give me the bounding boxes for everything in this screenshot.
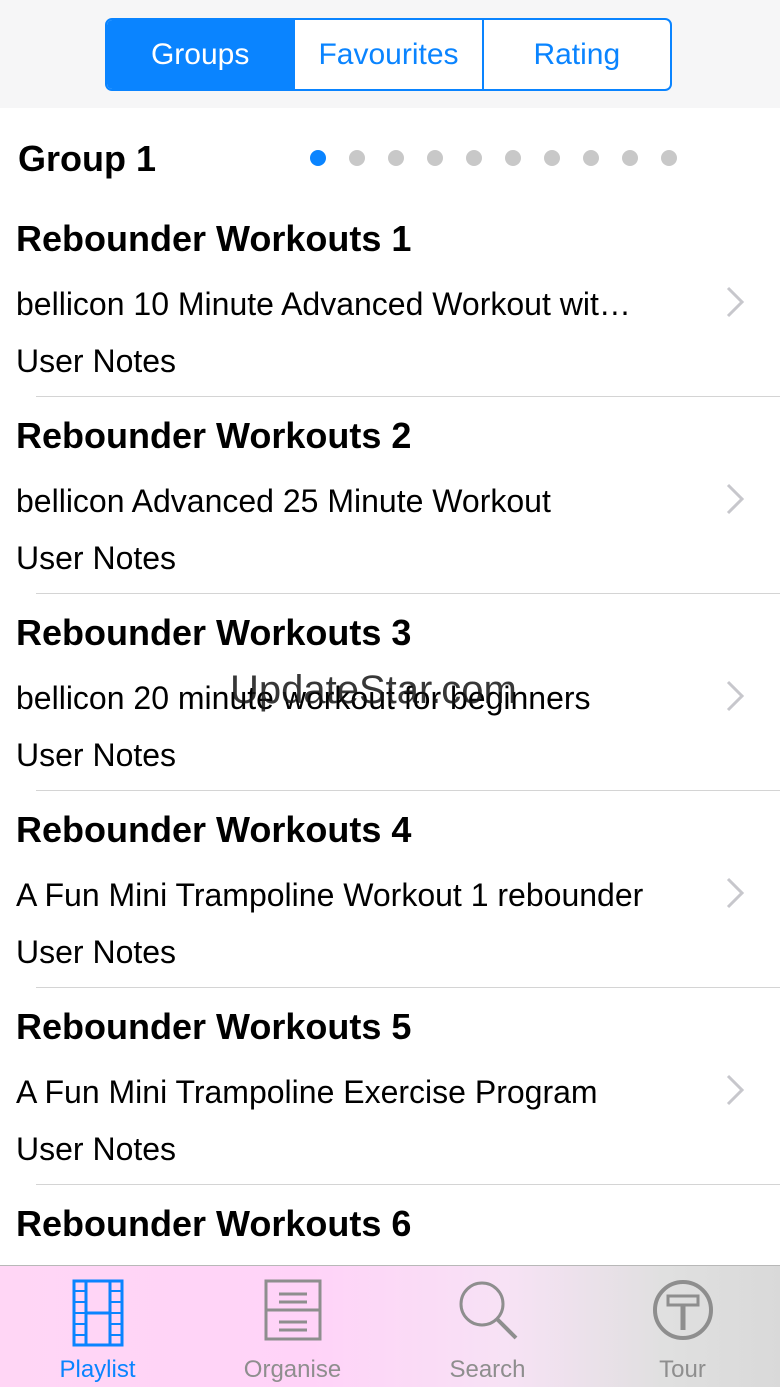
list-item[interactable]: Rebounder Workouts 2 bellicon Advanced 2… xyxy=(0,397,780,594)
chevron-right-icon xyxy=(726,1074,745,1106)
cabinet-icon xyxy=(264,1279,321,1341)
page-dot[interactable] xyxy=(661,150,677,166)
chevron-right-icon xyxy=(726,483,745,515)
item-subtitle: bellicon 20 minute workout for beginners xyxy=(16,680,591,716)
tab-organise[interactable]: Organise xyxy=(195,1266,390,1387)
item-subtitle: bellicon 10 Minute Advanced Workout with… xyxy=(16,286,646,322)
item-title: Rebounder Workouts 3 xyxy=(16,612,412,653)
list-item[interactable]: Rebounder Workouts 1 bellicon 10 Minute … xyxy=(0,200,780,397)
tab-label: Organise xyxy=(243,1356,342,1383)
segmented-control: Groups Favourites Rating xyxy=(105,18,672,91)
item-title: Rebounder Workouts 4 xyxy=(16,809,412,850)
item-title: Rebounder Workouts 5 xyxy=(16,1006,412,1047)
page-dot[interactable] xyxy=(388,150,404,166)
item-notes: User Notes xyxy=(16,737,177,773)
tab-label: Tour xyxy=(659,1356,706,1383)
chevron-right-icon xyxy=(726,286,745,318)
item-title: Rebounder Workouts 6 xyxy=(16,1203,412,1244)
tab-label: Playlist xyxy=(59,1356,136,1383)
tab-bar: Playlist Organise Search Tour xyxy=(0,1265,780,1387)
item-title: Rebounder Workouts 1 xyxy=(16,218,412,259)
top-bar: Groups Favourites Rating xyxy=(0,0,780,108)
list-item[interactable]: Rebounder Workouts 3 bellicon 20 minute … xyxy=(0,594,780,791)
tab-playlist[interactable]: Playlist xyxy=(0,1266,195,1387)
signpost-icon xyxy=(652,1280,713,1340)
workout-list: Rebounder Workouts 1 bellicon 10 Minute … xyxy=(0,200,780,1382)
magnifier-icon xyxy=(459,1281,517,1340)
list-item[interactable]: Rebounder Workouts 5 A Fun Mini Trampoli… xyxy=(0,988,780,1185)
page-dot[interactable] xyxy=(349,150,365,166)
tab-search[interactable]: Search xyxy=(390,1266,585,1387)
page-dot[interactable] xyxy=(505,150,521,166)
group-title: Group 1 xyxy=(18,138,157,179)
page-dot[interactable] xyxy=(583,150,599,166)
item-notes: User Notes xyxy=(16,1131,177,1167)
page-dot[interactable] xyxy=(310,150,326,166)
tab-label: Search xyxy=(449,1356,526,1383)
page-dot[interactable] xyxy=(544,150,560,166)
item-notes: User Notes xyxy=(16,540,177,576)
list-item[interactable]: Rebounder Workouts 4 A Fun Mini Trampoli… xyxy=(0,791,780,988)
film-strip-icon xyxy=(72,1279,123,1347)
page-dot[interactable] xyxy=(427,150,443,166)
item-title: Rebounder Workouts 2 xyxy=(16,415,412,456)
item-notes: User Notes xyxy=(16,343,177,379)
item-subtitle: bellicon Advanced 25 Minute Workout xyxy=(16,483,551,519)
page-dot[interactable] xyxy=(466,150,482,166)
segment-favourites[interactable]: Favourites xyxy=(293,20,481,89)
item-notes: User Notes xyxy=(16,934,177,970)
segment-rating[interactable]: Rating xyxy=(481,20,670,89)
tab-tour[interactable]: Tour xyxy=(585,1266,780,1387)
chevron-right-icon xyxy=(726,680,745,712)
page-dot[interactable] xyxy=(622,150,638,166)
chevron-right-icon xyxy=(726,877,745,909)
item-subtitle: A Fun Mini Trampoline Exercise Program xyxy=(16,1074,598,1110)
segment-groups[interactable]: Groups xyxy=(107,20,294,89)
item-subtitle: A Fun Mini Trampoline Workout 1 rebounde… xyxy=(16,877,644,913)
